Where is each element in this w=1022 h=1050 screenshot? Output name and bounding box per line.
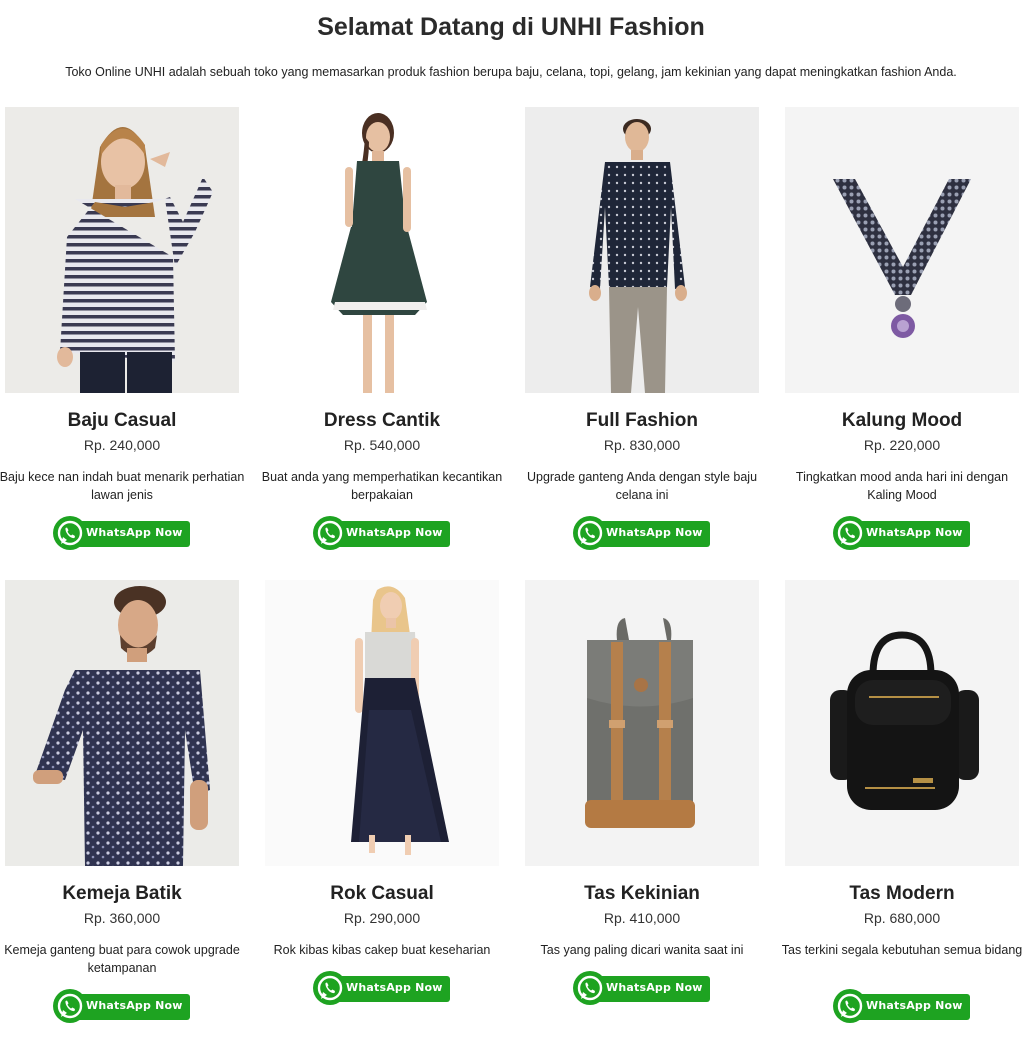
whatsapp-now-button[interactable]: WhatsApp Now [832, 988, 972, 1024]
product-description: Tas yang paling dicari wanita saat ini [540, 943, 744, 957]
product-name: Kalung Mood [841, 410, 963, 431]
product-name: Dress Cantik [323, 410, 441, 431]
woman-striped-sweater-photo[interactable] [5, 107, 239, 393]
whatsapp-icon [53, 989, 87, 1023]
product-name: Rok Casual [330, 883, 434, 904]
product-price: Rp. 540,000 [343, 437, 421, 453]
woman-green-dress-photo[interactable] [265, 107, 499, 393]
product-name: Baju Casual [67, 410, 177, 431]
whatsapp-now-button[interactable]: WhatsApp Now [52, 515, 192, 551]
whatsapp-now-button[interactable]: WhatsApp Now [312, 970, 452, 1006]
man-batik-shirt-photo[interactable] [5, 580, 239, 866]
whatsapp-now-button[interactable]: WhatsApp Now [832, 515, 972, 551]
product-price: Rp. 290,000 [343, 910, 421, 926]
whatsapp-button-label: WhatsApp Now [86, 999, 183, 1012]
product-description: Rok kibas kibas cakep buat keseharian [273, 943, 491, 957]
product-description: Baju kece nan indah buat menarik perhati… [0, 470, 245, 502]
whatsapp-button-label: WhatsApp Now [606, 981, 703, 994]
whatsapp-now-button[interactable]: WhatsApp Now [572, 970, 712, 1006]
whatsapp-button-label: WhatsApp Now [346, 981, 443, 994]
whatsapp-button-label: WhatsApp Now [866, 999, 963, 1012]
page-title: Selamat Datang di UNHI Fashion [317, 13, 705, 41]
whatsapp-icon [53, 516, 87, 550]
product-name: Tas Kekinian [584, 883, 700, 904]
whatsapp-icon [833, 516, 867, 550]
product-description: Upgrade ganteng Anda dengan style baju c… [526, 470, 758, 502]
product-description: Tingkatkan mood anda hari ini dengan Kal… [795, 470, 1009, 502]
product-price: Rp. 220,000 [863, 437, 941, 453]
canvas-backpack-photo[interactable] [525, 580, 759, 866]
product-name: Kemeja Batik [62, 883, 182, 904]
product-price: Rp. 360,000 [83, 910, 161, 926]
man-dotted-shirt-photo[interactable] [525, 107, 759, 393]
product-name: Tas Modern [849, 883, 955, 904]
whatsapp-icon [313, 516, 347, 550]
black-backpack-photo[interactable] [785, 580, 1019, 866]
whatsapp-icon [573, 971, 607, 1005]
whatsapp-icon [573, 516, 607, 550]
product-price: Rp. 680,000 [863, 910, 941, 926]
product-description: Buat anda yang memperhatikan kecantikan … [261, 470, 503, 502]
whatsapp-button-label: WhatsApp Now [866, 526, 963, 539]
product-description: Kemeja ganteng buat para cowok upgrade k… [4, 943, 240, 975]
product-name: Full Fashion [586, 410, 698, 431]
chain-necklace-photo[interactable] [785, 107, 1019, 393]
product-price: Rp. 410,000 [603, 910, 681, 926]
whatsapp-icon [313, 971, 347, 1005]
page-intro: Toko Online UNHI adalah sebuah toko yang… [65, 65, 957, 79]
whatsapp-now-button[interactable]: WhatsApp Now [312, 515, 452, 551]
product-description: Tas terkini segala kebutuhan semua bidan… [781, 943, 1022, 957]
whatsapp-button-label: WhatsApp Now [346, 526, 443, 539]
woman-long-skirt-photo[interactable] [265, 580, 499, 866]
whatsapp-icon [833, 989, 867, 1023]
product-price: Rp. 830,000 [603, 437, 681, 453]
product-price: Rp. 240,000 [83, 437, 161, 453]
whatsapp-button-label: WhatsApp Now [86, 526, 183, 539]
whatsapp-button-label: WhatsApp Now [606, 526, 703, 539]
whatsapp-now-button[interactable]: WhatsApp Now [572, 515, 712, 551]
whatsapp-now-button[interactable]: WhatsApp Now [52, 988, 192, 1024]
